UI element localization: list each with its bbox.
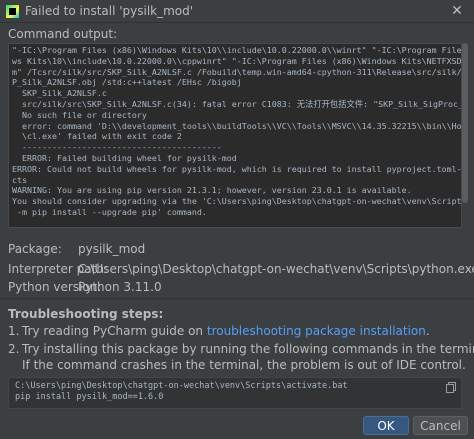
troubleshooting-guide-link[interactable]: troubleshooting package installation <box>207 324 426 338</box>
troubleshooting-step-1: 1. Try reading PyCharm guide on troublesh… <box>8 324 430 338</box>
step-1-suffix: . <box>425 324 430 338</box>
window-title: Failed to install 'pysilk_mod' <box>25 4 194 18</box>
section-divider <box>0 298 474 299</box>
command-output-area[interactable]: "-IC:\Program Files (x86)\Windows Kits\1… <box>8 43 462 228</box>
python-version-value: Python 3.11.0 <box>78 280 162 294</box>
title-bar: Failed to install 'pysilk_mod' ✕ <box>0 0 474 23</box>
step-number: 2. <box>8 342 20 356</box>
cancel-button[interactable]: Cancel <box>413 416 468 435</box>
step-2-text: Try installing this package by running t… <box>22 342 474 356</box>
interpreter-value: C:\Users\ping\Desktop\chatgpt-on-wechat\… <box>78 262 474 276</box>
command-output-text: "-IC:\Program Files (x86)\Windows Kits\1… <box>12 45 462 217</box>
troubleshooting-heading: Troubleshooting steps: <box>8 307 164 321</box>
command-output-label: Command output: <box>8 27 118 41</box>
scrollbar-thumb[interactable] <box>462 43 468 203</box>
pycharm-icon <box>6 4 19 18</box>
output-scrollbar[interactable] <box>462 43 468 226</box>
ok-button[interactable]: OK <box>363 416 409 435</box>
package-label: Package: <box>8 242 62 256</box>
step-1-text: Try reading PyCharm guide on <box>22 324 207 338</box>
step-number: 1. <box>8 324 20 338</box>
close-icon[interactable]: ✕ <box>448 2 466 20</box>
terminal-commands: C:\Users\ping\Desktop\chatgpt-on-wechat\… <box>15 381 348 402</box>
troubleshooting-step-2: 2. Try installing this package by running… <box>8 342 474 356</box>
copy-icon[interactable] <box>446 382 456 393</box>
package-value: pysilk_mod <box>78 242 146 256</box>
step-2-note: If the command crashes in the terminal, … <box>22 358 466 372</box>
terminal-commands-box[interactable]: C:\Users\ping\Desktop\chatgpt-on-wechat\… <box>8 377 462 409</box>
